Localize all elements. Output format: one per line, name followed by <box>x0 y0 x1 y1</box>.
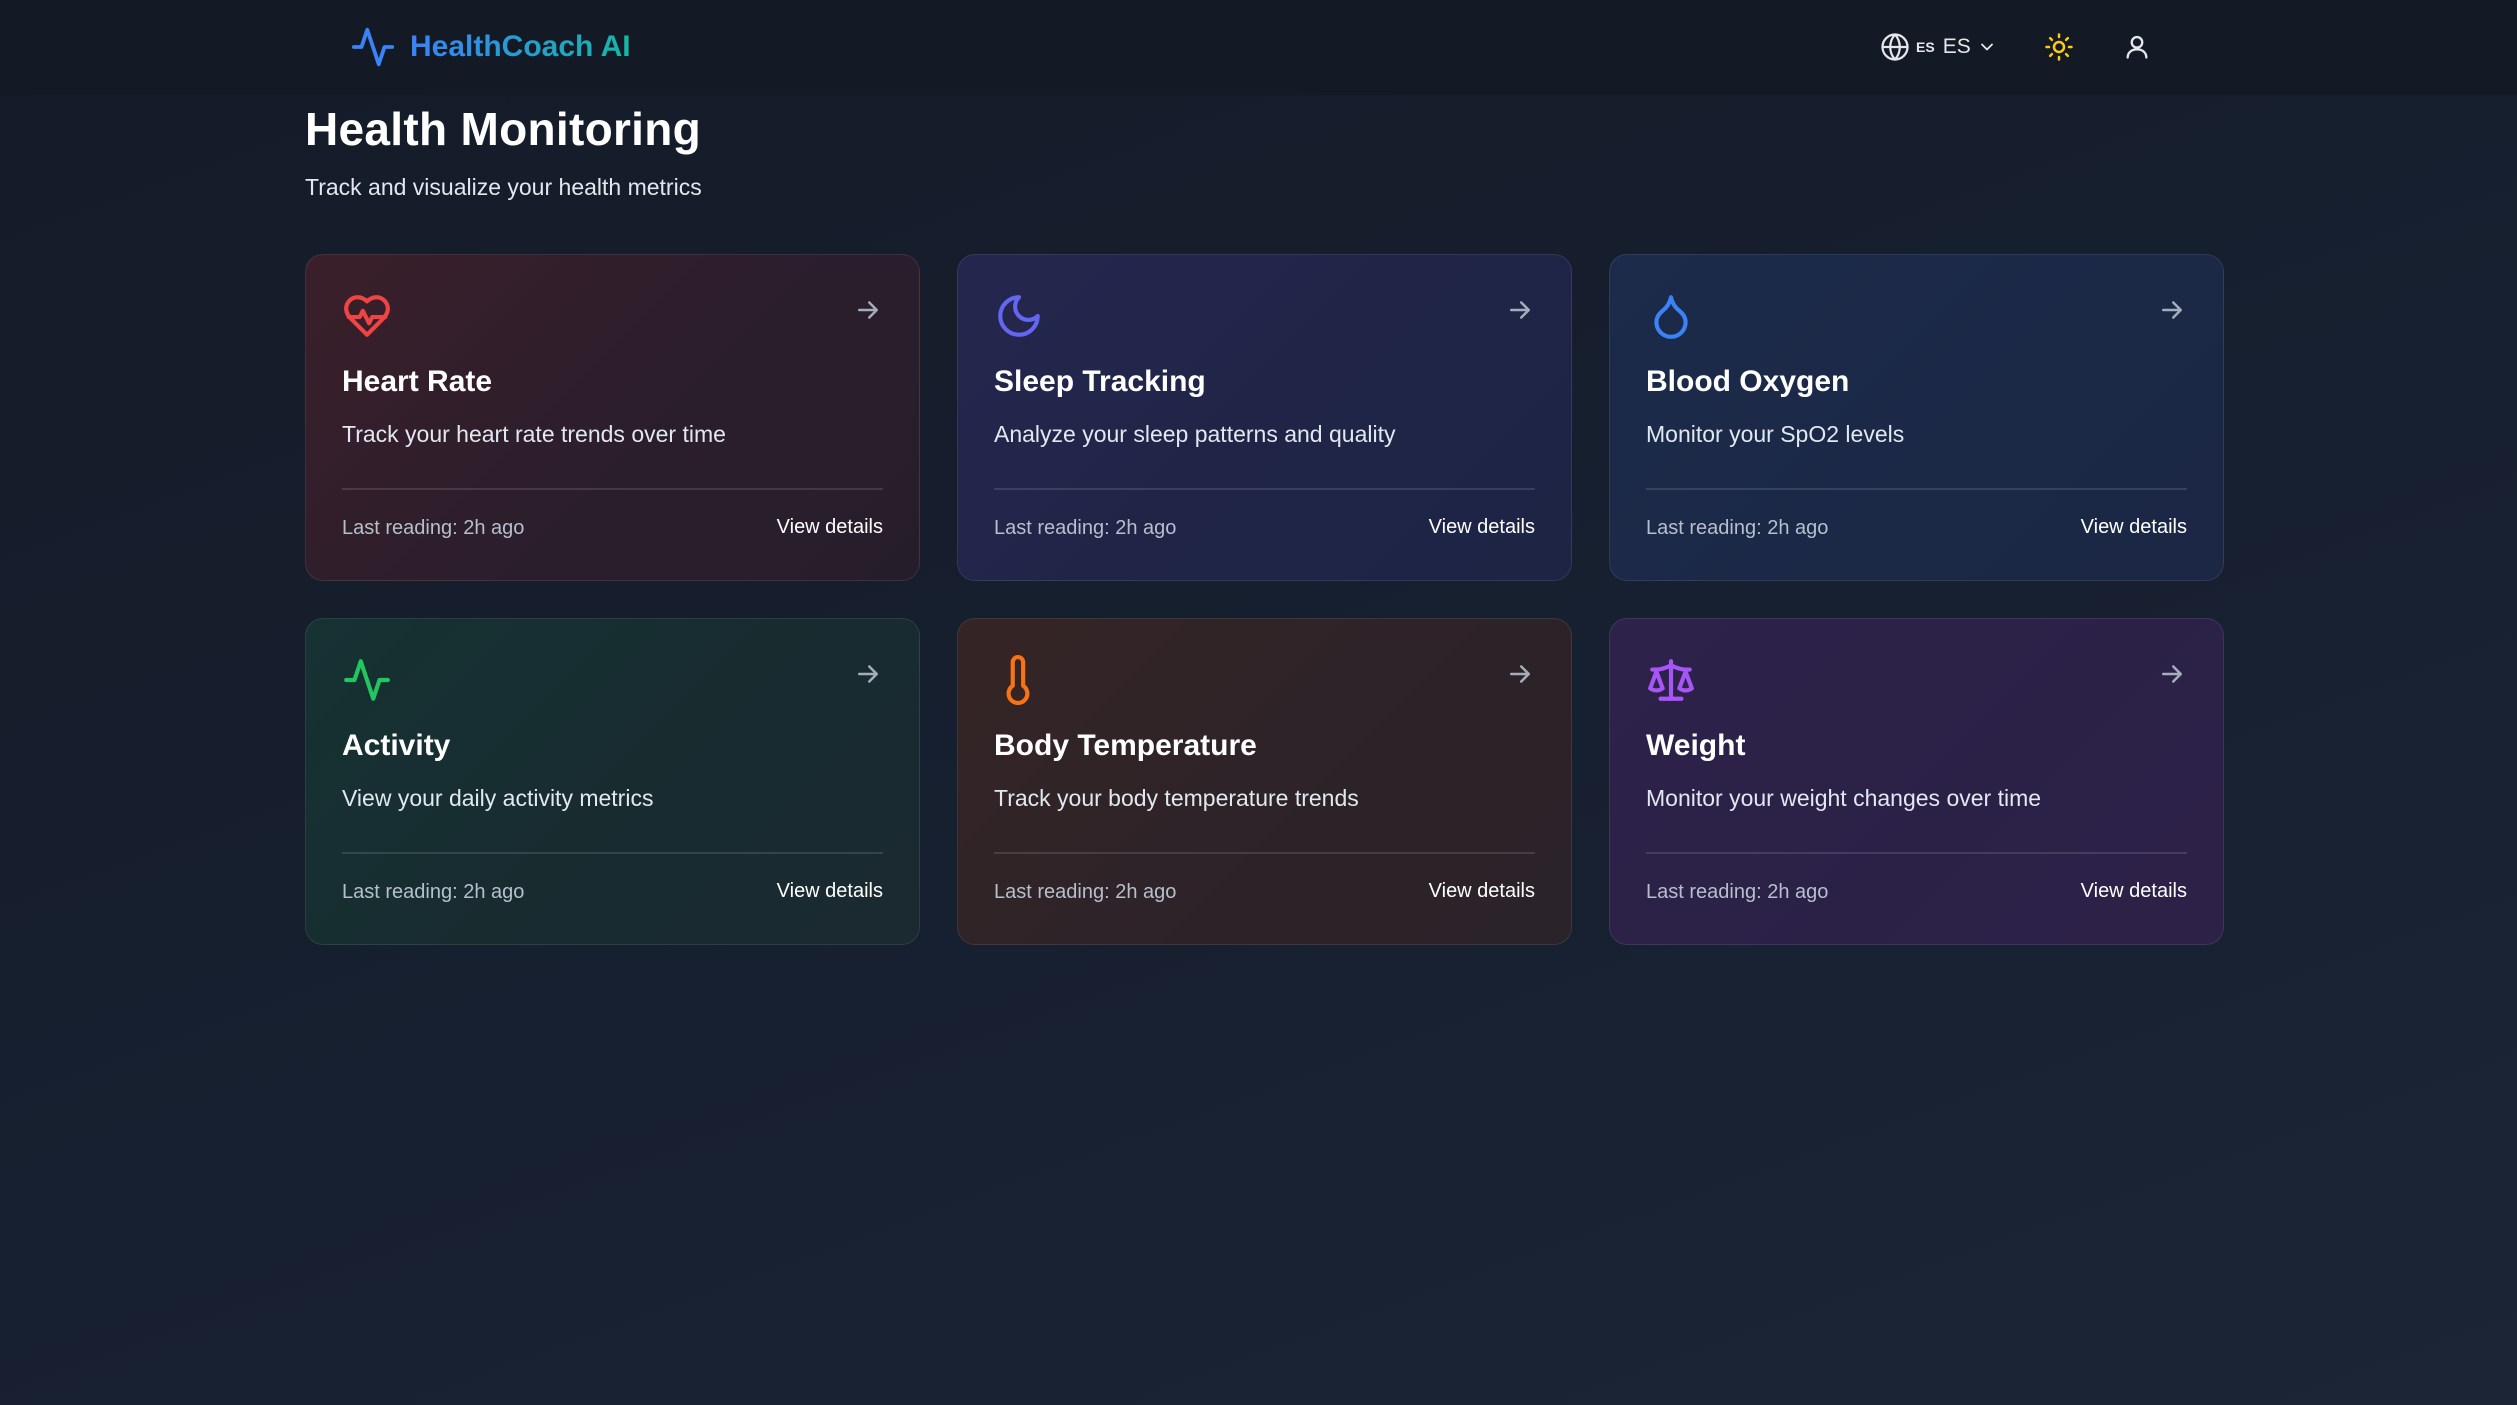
view-details-link[interactable]: View details <box>777 880 883 903</box>
user-icon <box>2126 35 2148 59</box>
page-title: Health Monitoring <box>305 103 702 155</box>
scale-icon <box>1648 659 1694 701</box>
arrow-right-icon <box>2162 665 2182 683</box>
card-divider <box>342 852 883 854</box>
card-divider <box>994 852 1535 854</box>
last-reading-text: Last reading: 2h ago <box>994 517 1177 539</box>
card-activity[interactable]: Activity View your daily activity metric… <box>305 618 920 945</box>
last-reading-text: Last reading: 2h ago <box>1646 517 1829 539</box>
brand-logo-link[interactable]: HealthCoach AI <box>350 22 631 72</box>
arrow-right-icon <box>1510 665 1530 683</box>
arrow-right-icon <box>858 301 878 319</box>
user-profile-button[interactable] <box>2115 25 2159 69</box>
last-reading-text: Last reading: 2h ago <box>1646 881 1829 903</box>
language-selector[interactable]: ES ES <box>1880 32 1997 62</box>
card-divider <box>342 488 883 490</box>
droplet-icon <box>1654 295 1688 339</box>
view-details-link[interactable]: View details <box>1429 880 1535 903</box>
activity-icon <box>344 659 390 701</box>
thermometer-icon <box>1006 655 1030 705</box>
card-description: Monitor your SpO2 levels <box>1646 421 1905 447</box>
sun-icon <box>2044 33 2073 61</box>
card-title: Weight <box>1646 729 1746 762</box>
last-reading-text: Last reading: 2h ago <box>342 517 525 539</box>
view-details-link[interactable]: View details <box>1429 516 1535 539</box>
arrow-right-icon <box>2162 301 2182 319</box>
card-description: Track your body temperature trends <box>994 785 1359 811</box>
card-title: Body Temperature <box>994 729 1257 762</box>
card-divider <box>994 488 1535 490</box>
metric-cards-grid: Heart Rate Track your heart rate trends … <box>305 254 2224 945</box>
theme-toggle-button[interactable] <box>2037 25 2081 69</box>
page-subtitle: Track and visualize your health metrics <box>305 174 702 200</box>
card-blood-oxygen[interactable]: Blood Oxygen Monitor your SpO2 levels La… <box>1609 254 2224 581</box>
last-reading-text: Last reading: 2h ago <box>342 881 525 903</box>
card-title: Activity <box>342 729 451 762</box>
card-description: View your daily activity metrics <box>342 785 654 811</box>
top-navigation-bar: HealthCoach AI ES ES <box>0 0 2517 95</box>
card-title: Blood Oxygen <box>1646 365 1850 398</box>
view-details-link[interactable]: View details <box>777 516 883 539</box>
card-weight[interactable]: Weight Monitor your weight changes over … <box>1609 618 2224 945</box>
moon-icon <box>998 295 1040 337</box>
heart-pulse-icon <box>344 295 390 337</box>
chevron-down-icon <box>1980 43 1993 51</box>
last-reading-text: Last reading: 2h ago <box>994 881 1177 903</box>
card-body-temperature[interactable]: Body Temperature Track your body tempera… <box>957 618 1572 945</box>
card-heart-rate[interactable]: Heart Rate Track your heart rate trends … <box>305 254 920 581</box>
card-description: Monitor your weight changes over time <box>1646 785 2042 811</box>
view-details-link[interactable]: View details <box>2081 880 2187 903</box>
arrow-right-icon <box>858 665 878 683</box>
card-sleep-tracking[interactable]: Sleep Tracking Analyze your sleep patter… <box>957 254 1572 581</box>
view-details-link[interactable]: View details <box>2081 516 2187 539</box>
activity-logo-icon <box>351 27 395 67</box>
card-title: Heart Rate <box>342 365 493 398</box>
card-divider <box>1646 852 2187 854</box>
card-description: Analyze your sleep patterns and quality <box>994 421 1396 447</box>
card-divider <box>1646 488 2187 490</box>
brand-name: HealthCoach AI <box>410 30 631 63</box>
card-description: Track your heart rate trends over time <box>342 421 726 447</box>
globe-icon <box>1881 33 1909 61</box>
card-title: Sleep Tracking <box>994 365 1206 398</box>
language-flag-code: ES <box>1916 39 1935 55</box>
language-label: ES <box>1942 35 1971 58</box>
arrow-right-icon <box>1510 301 1530 319</box>
